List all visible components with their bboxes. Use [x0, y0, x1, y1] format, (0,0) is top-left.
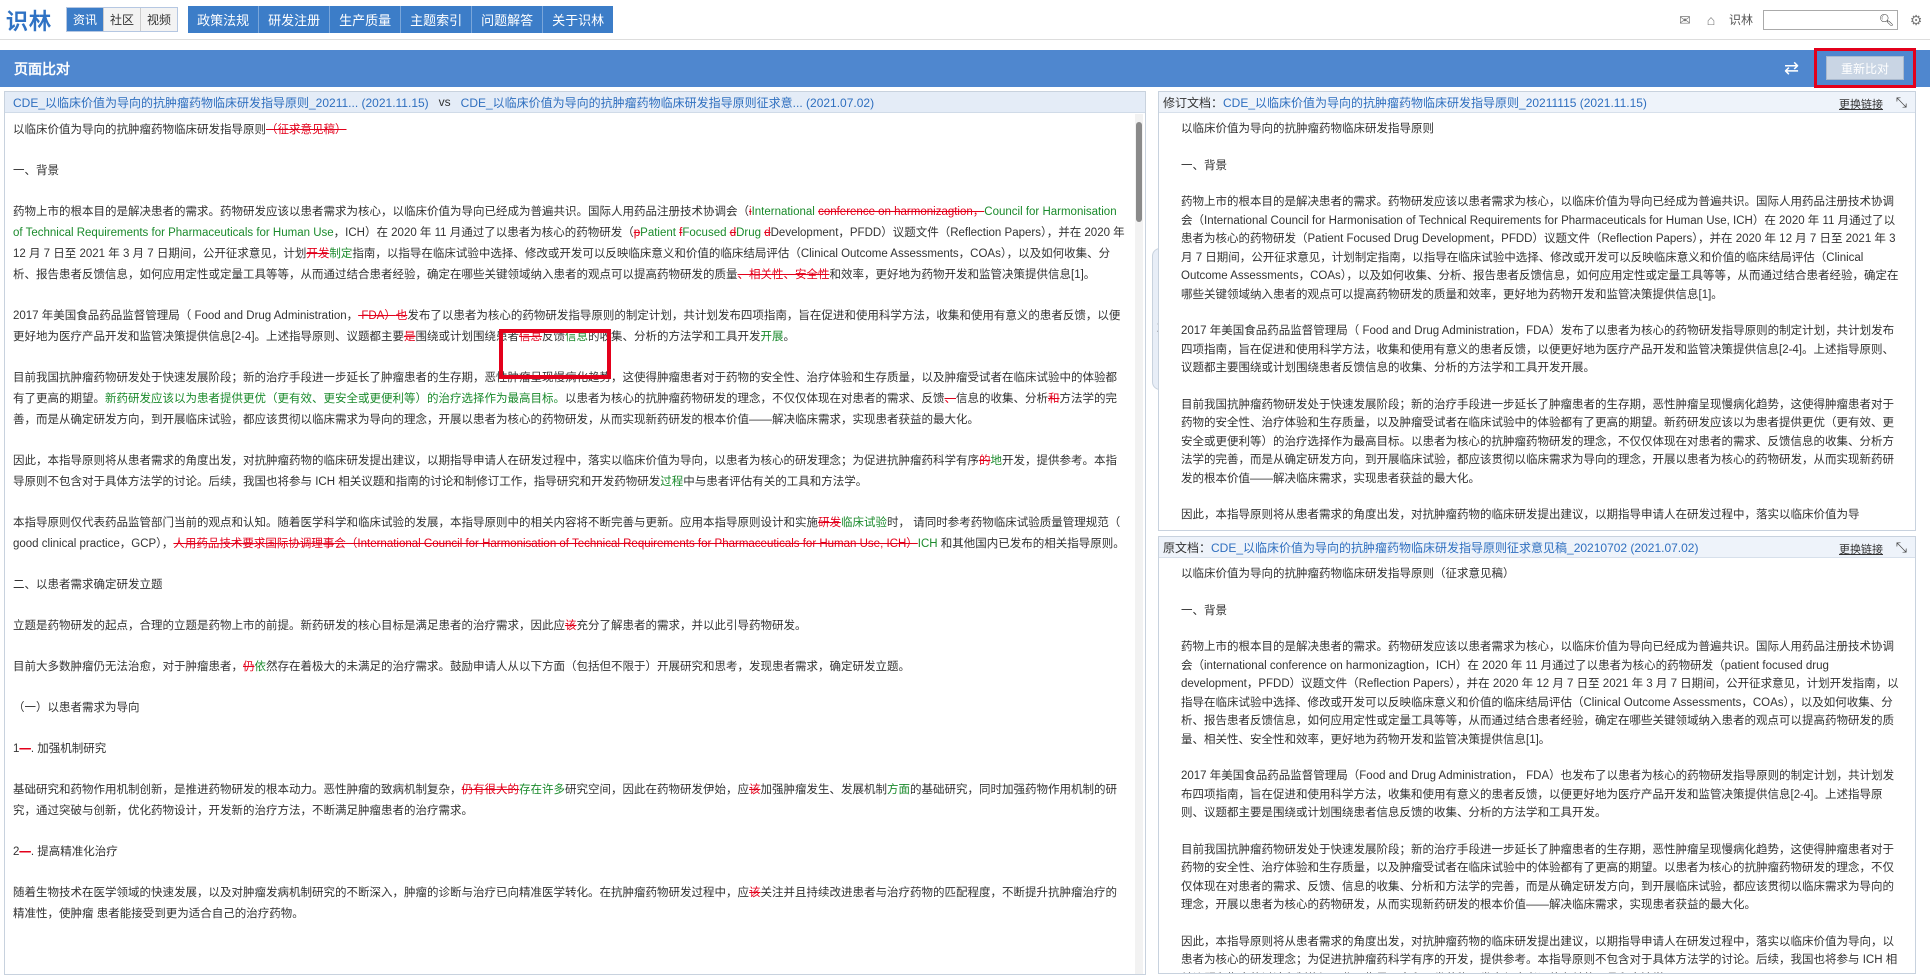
doc-paragraph: 因此，本指导原则将从患者需求的角度出发，对抗肿瘤药物的临床研发提出建议，以期指导…	[1181, 509, 1860, 521]
diff-scrollbar[interactable]	[1135, 114, 1143, 974]
diff-paragraph: 基础研究和药物作用机制创新，是推进药物研发的根本动力。恶性肿瘤的致病机制复杂，仍…	[13, 784, 1117, 817]
doc-paragraph: 目前我国抗肿瘤药物研发处于快速发展阶段；新的治疗手段进一步延长了肿瘤患者的生存期…	[1181, 398, 1894, 485]
expand-icon[interactable]: ⤡	[1896, 539, 1907, 556]
home-icon[interactable]: ⌂	[1703, 13, 1719, 27]
doc-paragraph: 以临床价值为导向的抗肿瘤药物临床研发指导原则	[1181, 123, 1434, 135]
site-logo[interactable]: 识林	[6, 4, 52, 36]
highlight-box-redo: 重新比对	[1814, 48, 1916, 88]
doc-paragraph: 因此，本指导原则将从患者需求的角度出发，对抗肿瘤药物的临床研发提出建议，以期指导…	[1181, 935, 1898, 974]
doc-paragraph: 药物上市的根本目的是解决患者的需求。药物研发应该以患者需求为核心，以临床价值为导…	[1181, 196, 1899, 301]
original-doc-title[interactable]: CDE_以临床价值为导向的抗肿瘤药物临床研发指导原则征求意见稿_20210702…	[1211, 539, 1698, 556]
revised-doc-link[interactable]: CDE_以临床价值为导向的抗肿瘤药物临床研发指导原则_20211... (202…	[13, 94, 429, 111]
diff-heading: 一、背景	[13, 165, 59, 177]
segment-news[interactable]: 资讯	[67, 8, 105, 31]
nav-qa[interactable]: 问题解答	[472, 6, 544, 33]
content-type-switch: 资讯 社区 视频	[66, 7, 179, 32]
diff-paragraph: 本指导原则仅代表药品监管部门当前的观点和认知。随着医学科学和临床试验的发展，本指…	[13, 517, 1125, 550]
change-link-button[interactable]: 更换链接	[1839, 96, 1883, 112]
diff-pane: CDE_以临床价值为导向的抗肿瘤药物临床研发指导原则_20211... (202…	[4, 91, 1146, 975]
segment-community[interactable]: 社区	[104, 8, 142, 31]
original-doc-pane: 原文档： CDE_以临床价值为导向的抗肿瘤药物临床研发指导原则征求意见稿_202…	[1158, 536, 1916, 974]
original-doc-content: 以临床价值为导向的抗肿瘤药物临床研发指导原则（征求意见稿） 一、背景 药物上市的…	[1181, 565, 1903, 974]
swap-documents-icon[interactable]: ⇄	[1784, 58, 1799, 79]
diff-paragraph: 2017 年美国食品药品监督管理局（ Food and Drug Adminis…	[13, 310, 1121, 343]
revised-doc-content: 以临床价值为导向的抗肿瘤药物临床研发指导原则 一、背景 药物上市的根本目的是解决…	[1181, 120, 1903, 530]
diff-paragraph: 以临床价值为导向的抗肿瘤药物临床研发指导原则（征求意见稿）	[13, 124, 347, 136]
search-input[interactable]	[1769, 11, 1879, 28]
nav-topic-index[interactable]: 主题索引	[401, 6, 473, 33]
diff-paragraph: 药物上市的根本目的是解决患者的需求。药物研发应该以患者需求为核心，以临床价值为导…	[13, 206, 1125, 281]
nav-production-quality[interactable]: 生产质量	[330, 6, 402, 33]
doc-heading: 一、背景	[1181, 604, 1227, 617]
segment-video[interactable]: 视频	[141, 8, 178, 31]
scrollbar-thumb[interactable]	[1136, 122, 1142, 222]
nav-about[interactable]: 关于识林	[543, 6, 613, 33]
user-label[interactable]: 识林	[1729, 11, 1753, 28]
change-link-button[interactable]: 更换链接	[1839, 541, 1883, 557]
diff-subheading: （一）以患者需求为导向	[13, 702, 140, 714]
doc-paragraph: 2017 年美国食品药品监督管理局（ Food and Drug Adminis…	[1181, 325, 1895, 374]
diff-paragraph: 因此，本指导原则将从患者需求的角度出发，对抗肿瘤药物的临床研发提出建议，以期指导…	[13, 455, 1117, 488]
diff-paragraph: 目前我国抗肿瘤药物研发处于快速发展阶段；新的治疗手段进一步延长了肿瘤患者的生存期…	[13, 372, 1117, 426]
doc-paragraph: 2017 年美国食品药品监督管理局（Food and Drug Administ…	[1181, 770, 1895, 819]
doc-paragraph: 以临床价值为导向的抗肿瘤药物临床研发指导原则（征求意见稿）	[1181, 568, 1515, 580]
nav-policies[interactable]: 政策法规	[188, 6, 260, 33]
revised-doc-header: 修订文档： CDE_以临床价值为导向的抗肿瘤药物临床研发指导原则_2021111…	[1159, 92, 1915, 113]
vs-label: vs	[438, 95, 451, 109]
recompare-button[interactable]: 重新比对	[1826, 56, 1904, 80]
revised-doc-title[interactable]: CDE_以临床价值为导向的抗肿瘤药物临床研发指导原则_20211115 (202…	[1223, 94, 1647, 111]
main-nav: 政策法规 研发注册 生产质量 主题索引 问题解答 关于识林	[188, 6, 614, 33]
diff-pane-header: CDE_以临床价值为导向的抗肿瘤药物临床研发指导原则_20211... (202…	[5, 92, 1145, 113]
doc-paragraph: 目前我国抗肿瘤药物研发处于快速发展阶段；新的治疗手段进一步延长了肿瘤患者的生存期…	[1181, 843, 1894, 912]
diff-heading: 二、以患者需求确定研发立题	[13, 579, 163, 591]
diff-subheading: 2—. 提高精准化治疗	[13, 846, 118, 858]
original-doc-header: 原文档： CDE_以临床价值为导向的抗肿瘤药物临床研发指导原则征求意见稿_202…	[1159, 537, 1915, 558]
page-title: 页面比对	[14, 60, 70, 77]
compare-title-bar: 页面比对 ⇄ 重新比对	[0, 48, 1930, 88]
diff-content: 以临床价值为导向的抗肿瘤药物临床研发指导原则（征求意见稿） 一、背景 药物上市的…	[13, 120, 1125, 945]
revised-doc-pane: 修订文档： CDE_以临床价值为导向的抗肿瘤药物临床研发指导原则_2021111…	[1158, 91, 1916, 531]
search-box: 🔍︎	[1763, 9, 1898, 30]
nav-rnd-registration[interactable]: 研发注册	[259, 6, 331, 33]
settings-icon[interactable]: ⚙	[1908, 13, 1924, 27]
doc-heading: 一、背景	[1181, 159, 1227, 172]
revised-doc-label: 修订文档：	[1163, 95, 1224, 110]
top-right-tools: ✉ ⌂ 识林 🔍︎ ⚙	[1677, 9, 1924, 30]
diff-subheading: 1—. 加强机制研究	[13, 743, 107, 755]
mail-icon[interactable]: ✉	[1677, 13, 1693, 27]
diff-paragraph: 目前大多数肿瘤仍无法治愈，对于肿瘤患者，仍依然存在着极大的未满足的治疗需求。鼓励…	[13, 661, 910, 673]
diff-paragraph: 随着生物技术在医学领域的快速发展，以及对肿瘤发病机制研究的不断深入，肿瘤的诊断与…	[13, 887, 1117, 920]
top-navigation-bar: 识林 资讯 社区 视频 政策法规 研发注册 生产质量 主题索引 问题解答 关于识…	[0, 0, 1930, 40]
expand-icon[interactable]: ⤡	[1896, 94, 1907, 111]
original-doc-link[interactable]: CDE_以临床价值为导向的抗肿瘤药物临床研发指导原则征求意... (2021.0…	[461, 94, 874, 111]
diff-paragraph: 立题是药物研发的起点，合理的立题是药物上市的前提。新药研发的核心目标是满足患者的…	[13, 620, 807, 632]
original-doc-label: 原文档：	[1163, 540, 1212, 555]
search-icon[interactable]: 🔍︎	[1879, 13, 1894, 27]
doc-paragraph: 药物上市的根本目的是解决患者的需求。药物研发应该以患者需求为核心，以临床价值为导…	[1181, 641, 1899, 746]
